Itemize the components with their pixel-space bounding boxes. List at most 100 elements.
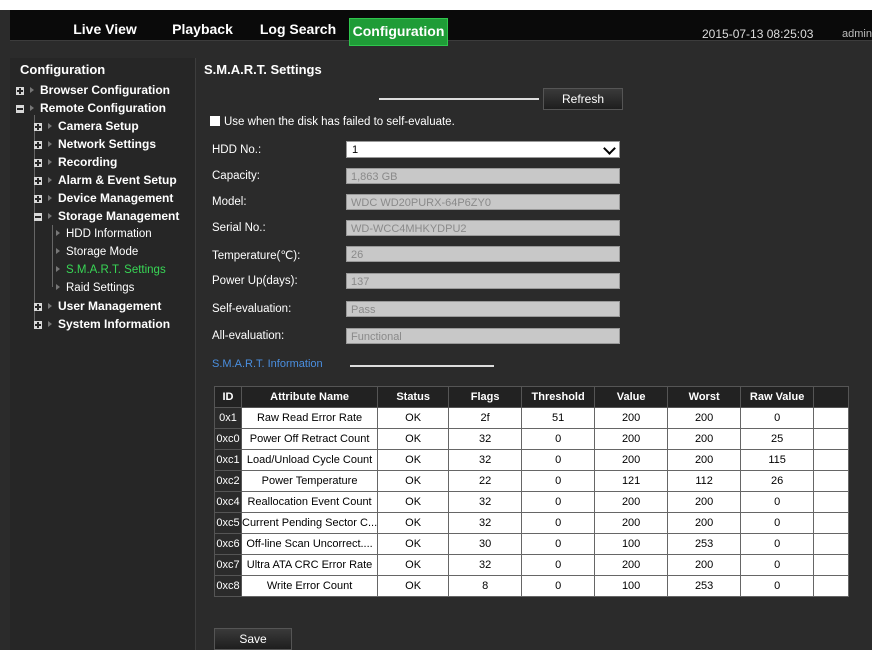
table-cell: Current Pending Sector C... [240, 512, 379, 534]
table-row: 0xc6 Off-line Scan Uncorrect.... OK 30 0 100 2… [214, 533, 850, 555]
save-button[interactable]: Save [214, 628, 292, 650]
hdd-no-value: 1 [352, 144, 359, 156]
table-cell: OK [377, 575, 450, 597]
expand-icon[interactable] [34, 321, 42, 329]
column-header: Threshold [521, 386, 596, 408]
table-cell: 100 [594, 533, 669, 555]
table-cell: 0 [740, 491, 815, 513]
arrow-icon [48, 177, 52, 184]
sidebar-item-remote-configuration[interactable]: Remote Configuration [16, 99, 166, 117]
sidebar-item-browser-configuration[interactable]: Browser Configuration [16, 81, 170, 99]
self-evaluate-checkbox-row[interactable]: Use when the disk has failed to self-eva… [210, 116, 455, 128]
table-cell: 0 [740, 554, 815, 576]
table-cell: 200 [594, 554, 669, 576]
sidebar-item-raid-settings[interactable]: Raid Settings [52, 279, 134, 297]
table-cell: 100 [594, 575, 669, 597]
sidebar-item-alarm-event-setup[interactable]: Alarm & Event Setup [34, 171, 177, 189]
arrow-icon [48, 159, 52, 166]
expand-icon[interactable] [34, 123, 42, 131]
table-row: 0xc7 Ultra ATA CRC Error Rate OK 32 0 200 200 0 [214, 554, 850, 576]
table-cell: 30 [448, 533, 523, 555]
arrow-icon [48, 303, 52, 310]
table-cell: 32 [448, 449, 523, 471]
table-cell: 112 [667, 470, 742, 492]
model-field: WDC WD20PURX-64P6ZY0 [346, 194, 620, 210]
expand-icon[interactable] [16, 87, 24, 95]
table-cell: OK [377, 491, 450, 513]
table-cell: 200 [667, 554, 742, 576]
attribute-id-cell: 0xc7 [214, 554, 242, 576]
sidebar-item-user-management[interactable]: User Management [34, 297, 161, 315]
table-cell [813, 491, 850, 513]
column-header: Status [377, 386, 450, 408]
tab-configuration[interactable]: Configuration [349, 18, 448, 46]
sidebar-item-network-settings[interactable]: Network Settings [34, 135, 156, 153]
all-evaluation-label: All-evaluation: [212, 330, 285, 342]
column-header: Attribute Name [240, 386, 379, 408]
attribute-id-cell: 0xc0 [214, 428, 242, 450]
arrow-icon [56, 248, 60, 255]
expand-icon[interactable] [34, 303, 42, 311]
expand-icon[interactable] [34, 159, 42, 167]
table-cell [813, 533, 850, 555]
attribute-id-cell: 0xc4 [214, 491, 242, 513]
self-evaluate-checkbox[interactable] [210, 116, 220, 126]
table-header-row: ID Attribute Name Status Flags Threshold… [214, 386, 850, 408]
expand-icon[interactable] [34, 177, 42, 185]
table-cell: 0 [740, 575, 815, 597]
refresh-button[interactable]: Refresh [543, 88, 623, 110]
table-cell: 0 [521, 449, 596, 471]
table-cell: OK [377, 512, 450, 534]
table-cell [813, 449, 850, 471]
table-cell: 253 [667, 575, 742, 597]
table-cell: 0 [521, 470, 596, 492]
expand-icon[interactable] [34, 195, 42, 203]
datetime-display: 2015-07-13 08:25:03 [702, 27, 814, 41]
table-cell: 25 [740, 428, 815, 450]
table-cell: OK [377, 533, 450, 555]
table-row: 0xc1 Load/Unload Cycle Count OK 32 0 200 200 11… [214, 449, 850, 471]
table-cell [813, 575, 850, 597]
arrow-icon [30, 87, 34, 94]
checkbox-label: Use when the disk has failed to self-eva… [224, 116, 455, 128]
divider-line [379, 98, 539, 100]
table-cell: 115 [740, 449, 815, 471]
table-cell: 200 [594, 407, 669, 429]
temperature-label: Temperature(℃): [212, 250, 301, 262]
column-header: Worst [667, 386, 742, 408]
column-header [813, 386, 850, 408]
table-cell: 0 [521, 491, 596, 513]
chevron-down-icon [603, 142, 616, 155]
sidebar-item-storage-mode[interactable]: Storage Mode [52, 243, 138, 261]
hdd-no-select[interactable]: 1 [346, 141, 620, 158]
table-cell: Load/Unload Cycle Count [240, 449, 379, 471]
sidebar: Configuration Browser Configuration Remo… [10, 58, 196, 650]
sidebar-item-hdd-information[interactable]: HDD Information [52, 225, 152, 243]
sidebar-item-system-information[interactable]: System Information [34, 315, 170, 333]
table-cell: 121 [594, 470, 669, 492]
sidebar-item-storage-management[interactable]: Storage Management [34, 207, 179, 225]
sidebar-item-camera-setup[interactable]: Camera Setup [34, 117, 139, 135]
hdd-no-label: HDD No.: [212, 144, 262, 156]
user-name[interactable]: admin [842, 28, 872, 40]
tab-playback[interactable]: Playback [165, 16, 240, 42]
tab-live-view[interactable]: Live View [60, 16, 150, 42]
table-cell: 0 [521, 554, 596, 576]
sidebar-item-device-management[interactable]: Device Management [34, 189, 173, 207]
column-header: Raw Value [740, 386, 815, 408]
attribute-id-cell: 0xc6 [214, 533, 242, 555]
collapse-icon[interactable] [16, 105, 24, 113]
table-row: 0xc8 Write Error Count OK 8 0 100 253 0 [214, 575, 850, 597]
table-cell: 200 [594, 428, 669, 450]
page-title: S.M.A.R.T. Settings [204, 62, 322, 77]
arrow-icon [56, 266, 60, 273]
table-cell: 200 [667, 449, 742, 471]
sidebar-item-recording[interactable]: Recording [34, 153, 117, 171]
table-cell: OK [377, 554, 450, 576]
tab-log-search[interactable]: Log Search [253, 16, 343, 42]
expand-icon[interactable] [34, 141, 42, 149]
collapse-icon[interactable] [34, 213, 42, 221]
sidebar-item-smart-settings[interactable]: S.M.A.R.T. Settings [52, 261, 166, 279]
power-up-field: 137 [346, 273, 620, 289]
table-body: 0x1 Raw Read Error Rate OK 2f 51 200 200 0 0xc0 P… [214, 407, 850, 597]
